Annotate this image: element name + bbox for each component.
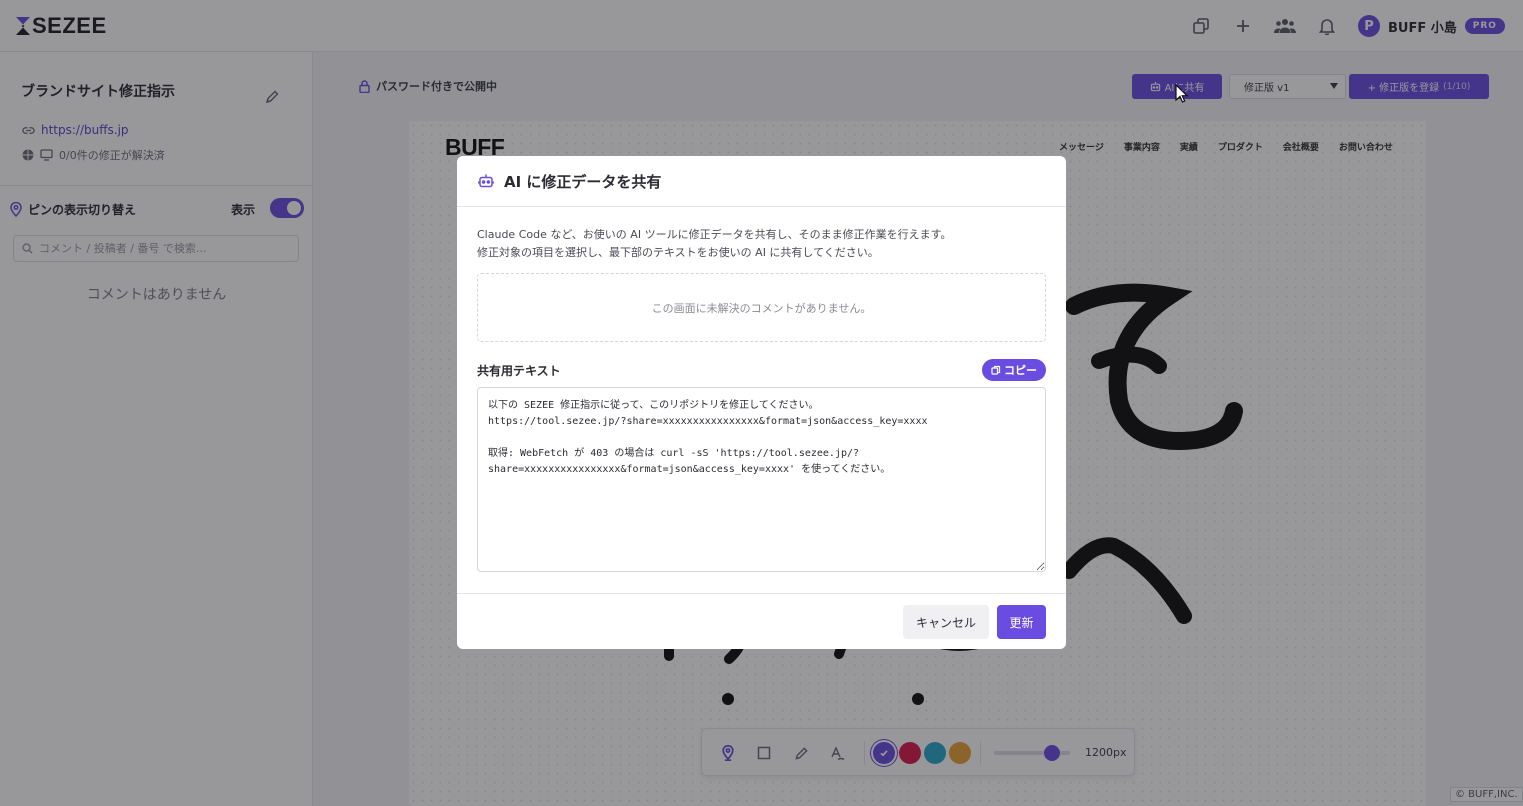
modal-description-line: Claude Code など、お使いの AI ツールに修正データを共有し、そのま… bbox=[477, 228, 952, 241]
update-button[interactable]: 更新 bbox=[997, 605, 1046, 639]
mouse-cursor-icon bbox=[1175, 84, 1189, 103]
modal-header: AI に修正データを共有 bbox=[457, 156, 1066, 207]
cancel-button[interactable]: キャンセル bbox=[903, 605, 989, 639]
unresolved-comments-list: この画面に未解決のコメントがありません。 bbox=[477, 273, 1046, 342]
robot-icon bbox=[478, 174, 494, 188]
modal-description: Claude Code など、お使いの AI ツールに修正データを共有し、そのま… bbox=[477, 226, 951, 262]
copy-button-label: コピー bbox=[1004, 364, 1037, 377]
copy-icon bbox=[991, 365, 1001, 375]
share-text-label: 共有用テキスト bbox=[477, 364, 561, 378]
copy-button[interactable]: コピー bbox=[982, 359, 1046, 381]
ai-share-modal: AI に修正データを共有 Claude Code など、お使いの AI ツールに… bbox=[457, 156, 1066, 649]
modal-description-line: 修正対象の項目を選択し、最下部のテキストをお使いの AI に共有してください。 bbox=[477, 246, 879, 259]
modal-footer: キャンセル 更新 bbox=[457, 593, 1066, 649]
share-textarea[interactable]: 以下の SEZEE 修正指示に従って、このリポジトリを修正してください。 htt… bbox=[477, 387, 1046, 572]
modal-title: AI に修正データを共有 bbox=[504, 172, 662, 191]
empty-comments-message: この画面に未解決のコメントがありません。 bbox=[651, 301, 872, 315]
